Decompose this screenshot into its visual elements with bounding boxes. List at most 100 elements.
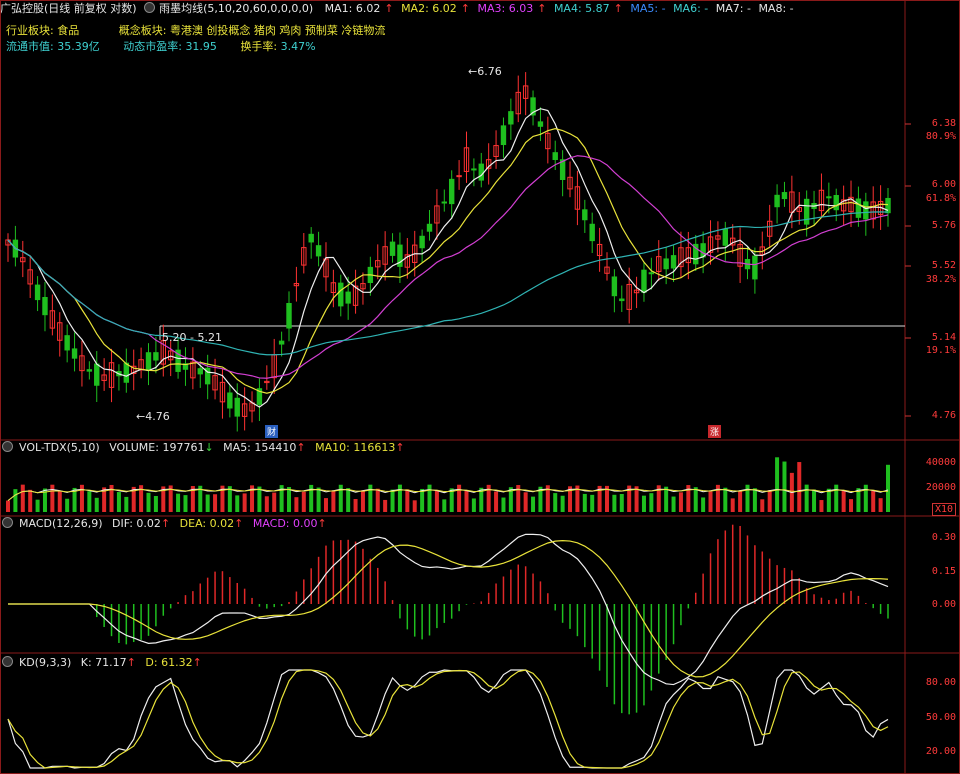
volume-bar [346, 488, 351, 512]
volume-bar [886, 464, 890, 512]
volume-bar [397, 484, 402, 512]
candle-body [500, 125, 507, 146]
volume-bar [176, 493, 181, 512]
candle-body [278, 340, 285, 345]
candle-body [448, 178, 455, 205]
volume-bar [664, 486, 669, 512]
volume-bar [523, 492, 528, 512]
volume-bar [590, 494, 595, 512]
candle-body [338, 282, 344, 307]
volume-bar [457, 484, 462, 512]
up-arrow-icon: ↑ [160, 517, 171, 530]
volume-bar [205, 494, 210, 512]
candle-body [94, 363, 100, 386]
macd-panel-header: MACD(12,26,9) DIF: 0.02↑ DEA: 0.02↑ MACD… [2, 517, 333, 530]
volume-bar [412, 500, 417, 512]
volume-bar [782, 461, 787, 512]
volume-bar [87, 491, 92, 512]
volume-bar [553, 493, 558, 512]
candle-body [641, 269, 647, 293]
volume-bar [50, 484, 55, 512]
volume-value: VOLUME: 197761 [109, 441, 205, 454]
candle-body [648, 272, 655, 275]
volume-bar [767, 490, 772, 512]
volume-axis-label: 20000 [925, 482, 956, 493]
volume-bar [65, 498, 70, 512]
volume-indicator-name[interactable]: VOL-TDX(5,10) [19, 441, 100, 454]
volume-bar [501, 497, 506, 512]
volume-bar [331, 491, 336, 512]
candle-body [197, 368, 203, 375]
macd-indicator-name[interactable]: MACD(12,26,9) [19, 517, 103, 530]
volume-ma10: MA10: 116613 [315, 441, 396, 454]
volume-panel-header: VOL-TDX(5,10) VOLUME: 197761↓ MA5: 15441… [2, 441, 411, 454]
volume-bar [405, 489, 410, 512]
volume-bar [390, 489, 395, 512]
volume-bar [738, 490, 743, 512]
kd-indicator-name[interactable]: KD(9,3,3) [19, 656, 71, 669]
volume-bar [863, 484, 868, 512]
volume-bar [28, 489, 33, 512]
volume-bar [826, 488, 831, 512]
volume-bar [834, 484, 839, 512]
settings-dot-icon[interactable] [2, 656, 13, 667]
down-arrow-icon: ↓ [204, 441, 214, 454]
volume-bar [360, 490, 365, 512]
ma-line-60 [7, 211, 889, 356]
kd-axis-label: 20.00 [925, 746, 956, 757]
candle-body [286, 303, 292, 329]
volume-bar [183, 495, 188, 512]
volume-bar [94, 497, 99, 512]
volume-bar [752, 488, 757, 512]
volume-bar [287, 487, 292, 512]
candle-body [619, 298, 625, 302]
volume-bar [871, 490, 876, 512]
volume-bar [760, 499, 765, 512]
range-annotation: 5.20 - 5.21 [162, 331, 222, 344]
volume-bar [560, 495, 565, 512]
up-arrow-icon: ↑ [234, 517, 244, 530]
price-axis-label: 4.76 [931, 410, 956, 421]
pct-axis-label: 61.8% [925, 193, 956, 204]
pct-axis-label: 80.9% [925, 131, 956, 142]
limit-up-badge[interactable]: 涨 [708, 425, 722, 438]
volume-bar [693, 487, 698, 512]
volume-bar [819, 500, 824, 512]
volume-bar [671, 496, 676, 512]
volume-bar [804, 484, 809, 512]
kd-axis-label: 50.00 [925, 712, 956, 723]
finance-badge[interactable]: 财 [265, 425, 279, 438]
volume-bar [442, 499, 447, 512]
price-axis-label: 5.76 [931, 220, 956, 231]
volume-bar [146, 492, 151, 512]
candle-body [42, 297, 48, 316]
volume-bar [57, 490, 62, 512]
macd-dif: DIF: 0.02 [112, 517, 161, 530]
price-axis-label: 6.38 [931, 118, 956, 129]
macd-axis-label: 0.15 [931, 566, 956, 577]
candle-body [863, 201, 869, 220]
volume-bar [775, 457, 780, 512]
volume-bar [353, 499, 358, 512]
candle-body [611, 276, 618, 297]
candle-body [833, 194, 839, 211]
kd-axis-label: 80.00 [925, 677, 956, 688]
candle-body [885, 197, 891, 214]
volume-bar [427, 484, 432, 512]
volume-bar [420, 488, 425, 512]
candle-body [508, 111, 514, 125]
settings-dot-icon[interactable] [2, 517, 13, 528]
candle-body [774, 194, 780, 208]
macd-axis-label: 0.00 [931, 599, 956, 610]
candle-body [478, 163, 484, 181]
volume-bar [124, 496, 129, 512]
candle-body [71, 348, 78, 359]
volume-bar [582, 493, 587, 512]
candle-body [670, 255, 677, 269]
volume-bar [841, 490, 846, 512]
settings-dot-icon[interactable] [2, 441, 13, 452]
low-price-annotation: ←4.76 [136, 410, 170, 423]
candle-body [471, 168, 477, 171]
volume-bar [464, 490, 469, 512]
pct-axis-label: 38.2% [925, 274, 956, 285]
